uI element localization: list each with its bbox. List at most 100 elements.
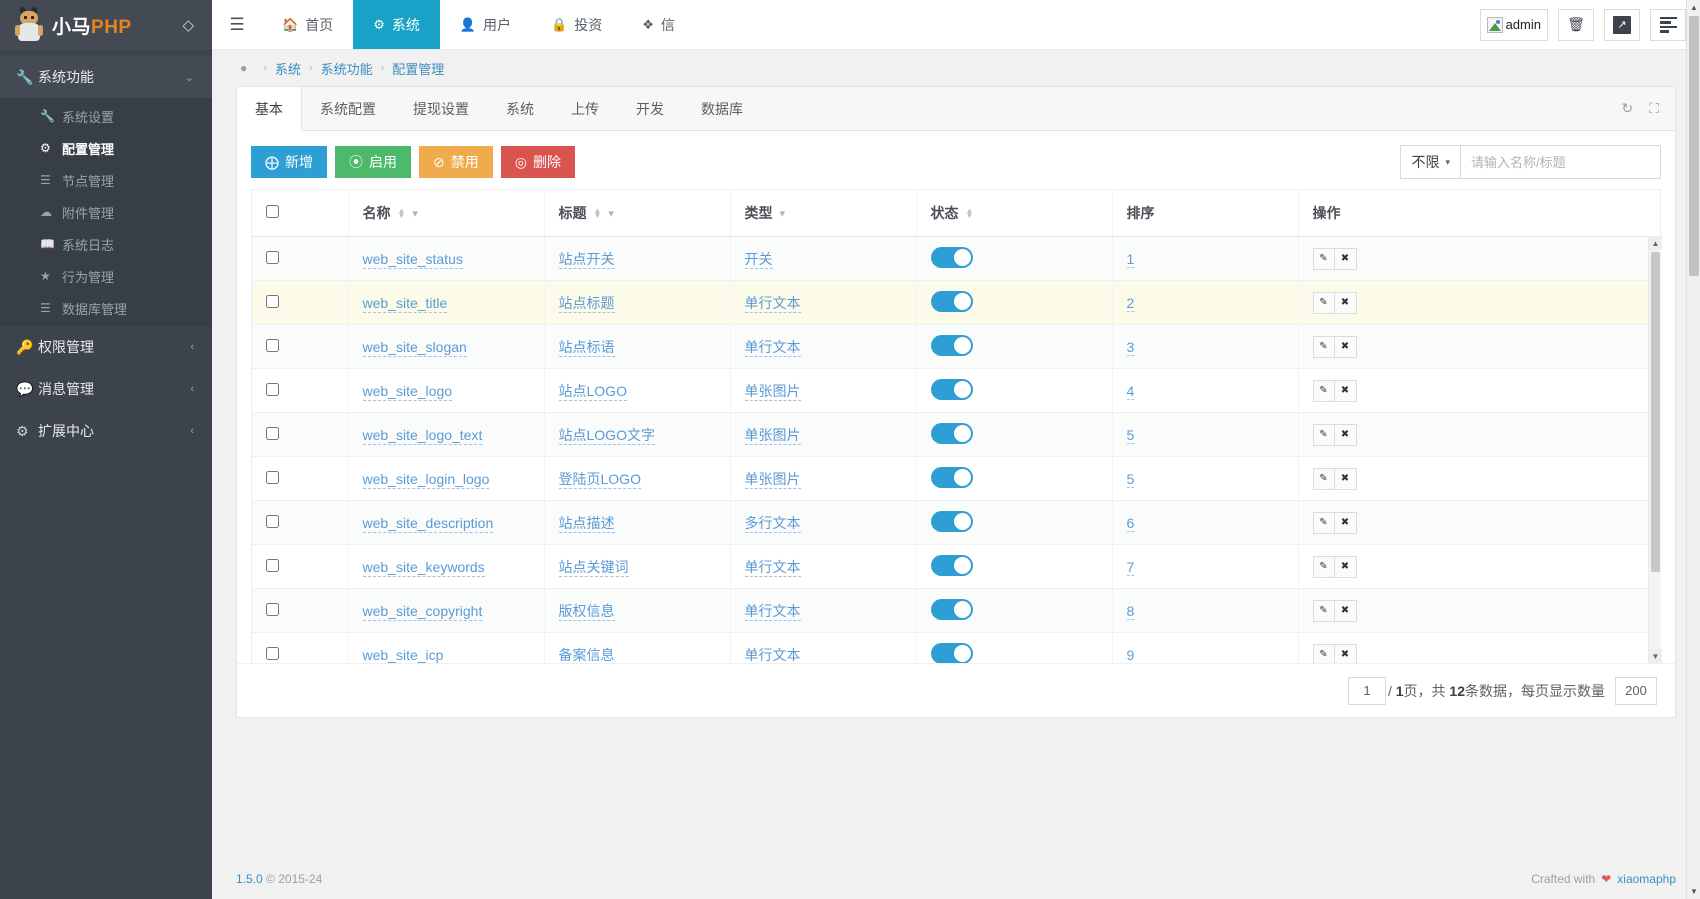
sort-value[interactable]: 3 bbox=[1126, 338, 1135, 356]
cell-title-link[interactable]: 站点LOGO bbox=[558, 382, 627, 401]
hamburger-icon[interactable]: ☰ bbox=[212, 0, 262, 49]
top-nav-home[interactable]: 🏠 首页 bbox=[262, 0, 353, 49]
row-checkbox[interactable] bbox=[266, 558, 279, 572]
fullscreen-icon[interactable]: ⛶ bbox=[1649, 100, 1659, 117]
cell-title-link[interactable]: 站点关键词 bbox=[558, 558, 629, 577]
chevron-left-icon[interactable]: ‹ bbox=[190, 341, 194, 353]
cell-type-link[interactable]: 单行文本 bbox=[744, 558, 801, 577]
sidebar-item-attachment-management[interactable]: ☁ 附件管理 bbox=[0, 196, 212, 228]
table-vertical-scrollbar[interactable]: ▲ ▼ bbox=[1648, 236, 1662, 663]
top-nav-system[interactable]: ⚙ 系统 bbox=[353, 0, 440, 49]
table-row[interactable]: web_site_description 站点描述 多行文本 6 ✎ ✖ bbox=[252, 500, 1660, 545]
cell-type-link[interactable]: 单张图片 bbox=[744, 426, 801, 445]
scroll-up-arrow-icon[interactable]: ▲ bbox=[1649, 236, 1662, 250]
page-scroll-up-icon[interactable]: ▲ bbox=[1687, 0, 1700, 15]
row-checkbox[interactable] bbox=[266, 250, 279, 264]
table-row[interactable]: web_site_status 站点开关 开关 1 ✎ ✖ bbox=[252, 236, 1660, 281]
cell-type-link[interactable]: 开关 bbox=[744, 250, 773, 269]
sidebar-item-behavior-management[interactable]: ★ 行为管理 bbox=[0, 260, 212, 292]
status-toggle[interactable] bbox=[930, 290, 973, 312]
page-number-input[interactable] bbox=[1347, 676, 1386, 705]
enable-button[interactable]: ⦿ 启用 bbox=[335, 146, 411, 178]
cell-name-link[interactable]: web_site_slogan bbox=[362, 338, 467, 357]
cell-type-link[interactable]: 单张图片 bbox=[744, 382, 801, 401]
cell-title-link[interactable]: 登陆页LOGO bbox=[558, 470, 641, 489]
cell-name-link[interactable]: web_site_keywords bbox=[362, 558, 485, 577]
cell-title-link[interactable]: 站点标题 bbox=[558, 294, 615, 313]
table-row[interactable]: web_site_copyright 版权信息 单行文本 8 ✎ ✖ bbox=[252, 588, 1660, 633]
add-button[interactable]: ⨁ 新增 bbox=[251, 146, 327, 178]
delete-icon[interactable]: ✖ bbox=[1334, 511, 1357, 534]
table-row[interactable]: web_site_keywords 站点关键词 单行文本 7 ✎ ✖ bbox=[252, 544, 1660, 589]
scrollbar-thumb[interactable] bbox=[1651, 252, 1660, 572]
footer-version-link[interactable]: 1.5.0 bbox=[236, 872, 263, 886]
row-checkbox[interactable] bbox=[266, 646, 279, 660]
cell-name-link[interactable]: web_site_logo bbox=[362, 382, 453, 401]
brand-header[interactable]: 小马PHP ◇ bbox=[0, 0, 212, 50]
edit-icon[interactable]: ✎ bbox=[1312, 599, 1335, 622]
cell-name-link[interactable]: web_site_status bbox=[362, 250, 463, 269]
top-nav-user[interactable]: 👤 用户 bbox=[440, 0, 531, 49]
delete-icon[interactable]: ✖ bbox=[1334, 555, 1357, 578]
sort-toggle-name[interactable]: ▲ ▼ bbox=[398, 207, 406, 220]
select-all-checkbox[interactable] bbox=[266, 205, 279, 218]
sort-toggle-title[interactable]: ▲ ▼ bbox=[594, 207, 602, 220]
sort-value[interactable]: 7 bbox=[1126, 558, 1135, 576]
tab-system-config[interactable]: 系统配置 bbox=[302, 87, 395, 130]
cell-type-link[interactable]: 单行文本 bbox=[744, 602, 801, 621]
cell-title-link[interactable]: 站点描述 bbox=[558, 514, 615, 533]
search-input[interactable] bbox=[1461, 145, 1661, 179]
row-checkbox[interactable] bbox=[266, 470, 279, 484]
cell-name-link[interactable]: web_site_logo_text bbox=[362, 426, 483, 445]
scroll-down-arrow-icon[interactable]: ▼ bbox=[1649, 649, 1662, 663]
status-toggle[interactable] bbox=[930, 378, 973, 400]
status-toggle[interactable] bbox=[930, 598, 973, 620]
sort-value[interactable]: 1 bbox=[1126, 250, 1135, 268]
filter-icon-title[interactable]: ▾ bbox=[608, 207, 614, 220]
delete-icon[interactable]: ✖ bbox=[1334, 467, 1357, 490]
row-checkbox[interactable] bbox=[266, 514, 279, 528]
cell-type-link[interactable]: 单张图片 bbox=[744, 470, 801, 489]
cell-title-link[interactable]: 站点标语 bbox=[558, 338, 615, 357]
sidebar-item-system-log[interactable]: 📖 系统日志 bbox=[0, 228, 212, 260]
edit-icon[interactable]: ✎ bbox=[1312, 423, 1335, 446]
sort-value[interactable]: 5 bbox=[1126, 426, 1135, 444]
edit-icon[interactable]: ✎ bbox=[1312, 467, 1335, 490]
row-checkbox[interactable] bbox=[266, 294, 279, 308]
sort-value[interactable]: 9 bbox=[1126, 646, 1135, 663]
status-toggle[interactable] bbox=[930, 246, 973, 268]
sidebar-item-database-management[interactable]: ☰ 数据库管理 bbox=[0, 292, 212, 324]
cell-type-link[interactable]: 多行文本 bbox=[744, 514, 801, 533]
search-scope-dropdown[interactable]: 不限 ▾ bbox=[1400, 145, 1461, 179]
sort-value[interactable]: 4 bbox=[1126, 382, 1135, 400]
sidebar-item-system-settings[interactable]: 🔧 系统设置 bbox=[0, 100, 212, 132]
sort-value[interactable]: 5 bbox=[1126, 470, 1135, 488]
delete-icon[interactable]: ✖ bbox=[1334, 599, 1357, 622]
expand-icon[interactable]: ↗ bbox=[1604, 8, 1640, 41]
row-checkbox[interactable] bbox=[266, 382, 279, 396]
tab-system[interactable]: 系统 bbox=[488, 87, 553, 130]
page-size-input[interactable] bbox=[1615, 676, 1657, 705]
droplet-icon[interactable]: ◇ bbox=[182, 16, 194, 34]
trash-icon[interactable]: 🗑 bbox=[1558, 8, 1594, 41]
sidebar-group-message[interactable]: 💬 消息管理 ‹ bbox=[0, 368, 212, 410]
breadcrumb-item-system-function[interactable]: 系统功能 bbox=[321, 59, 373, 78]
delete-icon[interactable]: ✖ bbox=[1334, 643, 1357, 663]
page-scrollbar-thumb[interactable] bbox=[1689, 16, 1699, 276]
top-nav-investment[interactable]: 🔒 投资 bbox=[531, 0, 622, 49]
cell-title-link[interactable]: 站点LOGO文字 bbox=[558, 426, 655, 445]
filter-icon-type[interactable]: ▾ bbox=[780, 207, 786, 220]
sort-value[interactable]: 8 bbox=[1126, 602, 1135, 620]
delete-icon[interactable]: ✖ bbox=[1334, 291, 1357, 314]
cell-name-link[interactable]: web_site_title bbox=[362, 294, 448, 313]
sidebar-item-config-management[interactable]: ⚙ 配置管理 bbox=[0, 132, 212, 164]
table-row[interactable]: web_site_icp 备案信息 单行文本 9 ✎ ✖ bbox=[252, 632, 1660, 663]
cell-title-link[interactable]: 站点开关 bbox=[558, 250, 615, 269]
tab-basic[interactable]: 基本 bbox=[237, 87, 302, 131]
status-toggle[interactable] bbox=[930, 422, 973, 444]
avatar[interactable]: admin bbox=[1479, 8, 1548, 41]
refresh-icon[interactable]: ↻ bbox=[1621, 100, 1633, 117]
cell-title-link[interactable]: 版权信息 bbox=[558, 602, 615, 621]
sidebar-group-permission[interactable]: 🔑 权限管理 ‹ bbox=[0, 326, 212, 368]
chevron-down-icon[interactable]: ⌄ bbox=[185, 71, 194, 84]
